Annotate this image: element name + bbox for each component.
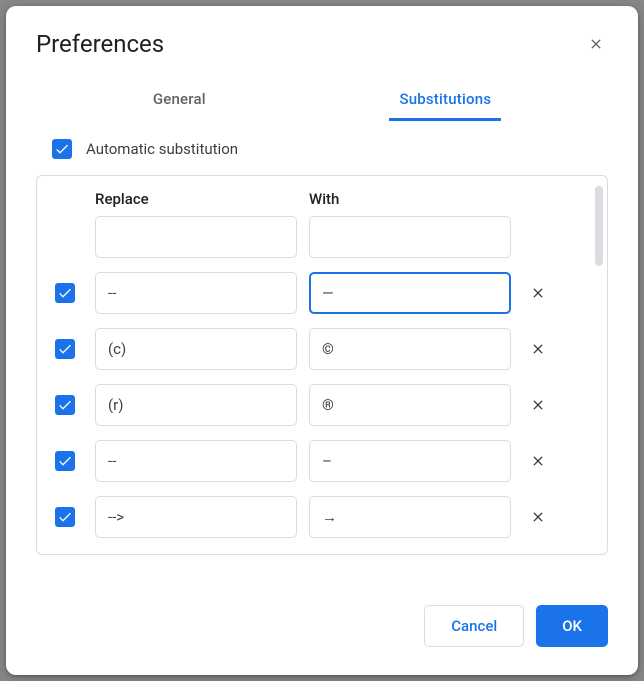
row-checkbox[interactable] <box>55 395 75 415</box>
table-row <box>55 440 589 482</box>
delete-row-button[interactable] <box>523 341 553 357</box>
delete-row-button[interactable] <box>523 509 553 525</box>
delete-icon <box>530 341 546 357</box>
with-input[interactable] <box>309 384 511 426</box>
column-header-with: With <box>309 190 511 208</box>
substitutions-table: Replace With <box>36 175 608 555</box>
replace-input[interactable] <box>95 328 297 370</box>
check-icon <box>54 141 70 157</box>
delete-icon <box>530 285 546 301</box>
with-input[interactable] <box>309 328 511 370</box>
replace-input[interactable] <box>95 272 297 314</box>
delete-icon <box>530 509 546 525</box>
check-icon <box>57 453 73 469</box>
row-checkbox[interactable] <box>55 339 75 359</box>
delete-row-button[interactable] <box>523 397 553 413</box>
with-input[interactable] <box>309 216 511 258</box>
row-checkbox[interactable] <box>55 451 75 471</box>
delete-icon <box>530 397 546 413</box>
column-header-replace: Replace <box>95 190 297 208</box>
table-row <box>55 384 589 426</box>
check-icon <box>57 509 73 525</box>
row-checkbox[interactable] <box>55 283 75 303</box>
replace-input[interactable] <box>95 216 297 258</box>
close-button[interactable] <box>580 28 612 60</box>
delete-icon <box>530 453 546 469</box>
with-input[interactable] <box>309 272 511 314</box>
tabs: General Substitutions <box>6 78 638 121</box>
check-icon <box>57 341 73 357</box>
delete-row-button[interactable] <box>523 285 553 301</box>
scrollbar[interactable] <box>595 186 603 266</box>
with-input[interactable] <box>309 496 511 538</box>
replace-input[interactable] <box>95 384 297 426</box>
table-row <box>55 216 589 258</box>
table-row <box>55 272 589 314</box>
row-checkbox[interactable] <box>55 507 75 527</box>
tab-substitutions[interactable]: Substitutions <box>389 78 501 121</box>
close-icon <box>588 36 604 52</box>
replace-input[interactable] <box>95 440 297 482</box>
table-row <box>55 328 589 370</box>
cancel-button[interactable]: Cancel <box>424 605 524 647</box>
automatic-substitution-checkbox[interactable] <box>52 139 72 159</box>
replace-input[interactable] <box>95 496 297 538</box>
with-input[interactable] <box>309 440 511 482</box>
ok-button[interactable]: OK <box>536 605 608 647</box>
table-row <box>55 496 589 538</box>
dialog-title: Preferences <box>36 30 164 58</box>
preferences-dialog: Preferences General Substitutions Automa… <box>6 6 638 675</box>
check-icon <box>57 285 73 301</box>
automatic-substitution-label: Automatic substitution <box>86 140 238 158</box>
tab-general[interactable]: General <box>143 78 216 121</box>
check-icon <box>57 397 73 413</box>
delete-row-button[interactable] <box>523 453 553 469</box>
